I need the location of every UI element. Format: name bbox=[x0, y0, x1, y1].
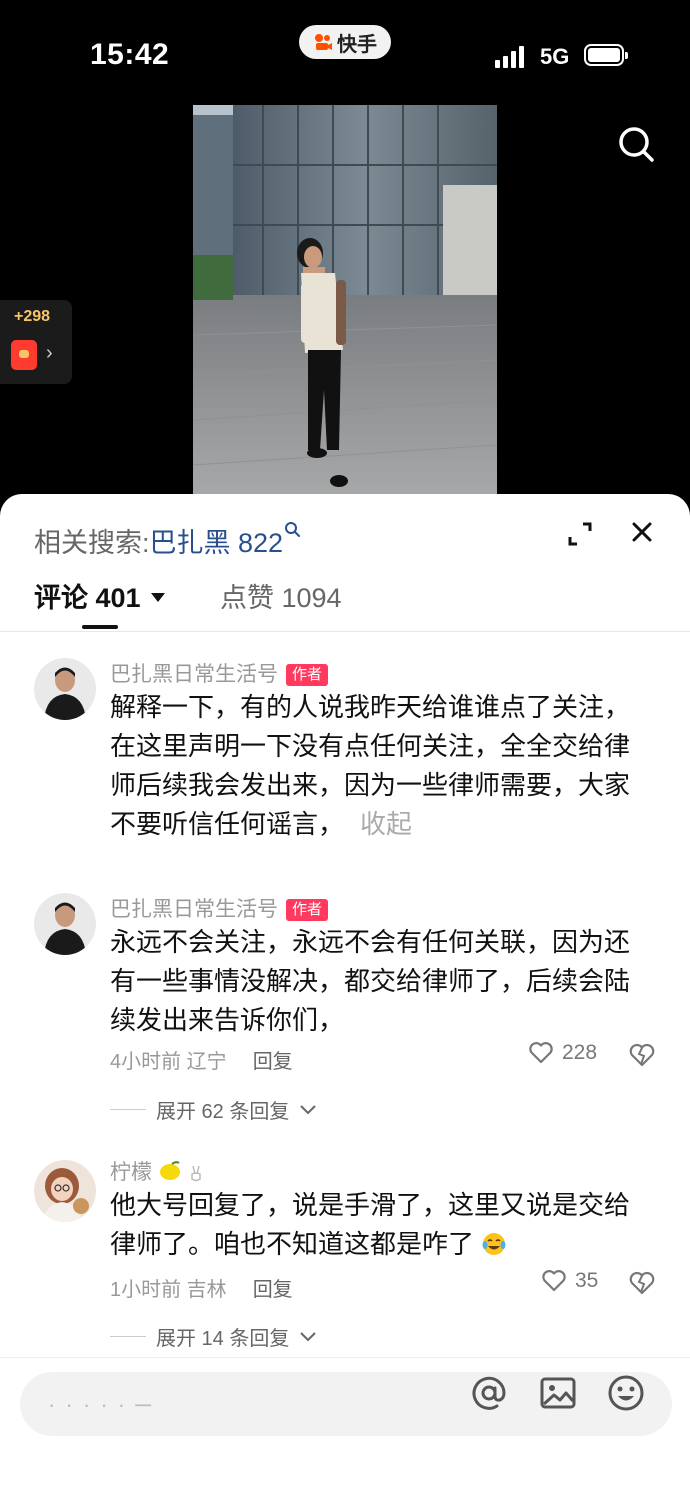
chevron-down-icon bbox=[300, 1331, 317, 1341]
heart-icon bbox=[542, 1270, 566, 1292]
like-button[interactable]: 228 bbox=[528, 1041, 597, 1065]
battery-icon bbox=[584, 44, 628, 66]
avatar-image bbox=[34, 1160, 96, 1222]
comment-meta: 4小时前 辽宁 回复 bbox=[110, 1045, 293, 1074]
broken-heart-icon[interactable] bbox=[628, 1042, 656, 1068]
lemon-emoji-icon bbox=[159, 1161, 180, 1180]
comment-time-location: 4小时前 辽宁 bbox=[110, 1051, 227, 1073]
status-time: 15:42 bbox=[90, 38, 170, 71]
expand-replies-label: 展开 62 条回复 bbox=[156, 1101, 290, 1123]
like-count: 35 bbox=[575, 1269, 599, 1292]
divider bbox=[0, 631, 690, 632]
heart-icon bbox=[529, 1042, 553, 1064]
related-search-keyword[interactable]: 巴扎黑 822 bbox=[150, 528, 284, 558]
expand-replies-button[interactable]: 展开 62 条回复 bbox=[110, 1095, 317, 1124]
expand-replies-label: 展开 14 条回复 bbox=[156, 1328, 290, 1350]
author-name[interactable]: 柠檬 bbox=[110, 1161, 152, 1184]
mention-icon[interactable] bbox=[470, 1374, 508, 1412]
like-button[interactable]: 35 bbox=[541, 1269, 598, 1293]
comment-body[interactable]: 永远不会关注，永远不会有任何关联，因为还有一些事情没解决，都交给律师了，后续会陆… bbox=[110, 923, 655, 1040]
red-envelope-icon bbox=[11, 340, 37, 370]
broken-heart-icon[interactable] bbox=[628, 1270, 656, 1296]
video-frame bbox=[193, 105, 497, 495]
chevron-right-icon: › bbox=[46, 342, 53, 364]
crying-laughing-emoji-icon bbox=[482, 1233, 506, 1255]
related-search[interactable]: 相关搜索:巴扎黑 822 bbox=[34, 520, 303, 560]
tab-comments-label: 评论 401 bbox=[34, 583, 141, 613]
video-player[interactable] bbox=[193, 105, 497, 495]
tab-likes[interactable]: 点赞 1094 bbox=[220, 576, 342, 615]
active-tab-indicator bbox=[82, 625, 118, 629]
app-name: 快手 bbox=[337, 33, 377, 56]
expand-line bbox=[110, 1336, 146, 1337]
avatar[interactable] bbox=[34, 1160, 96, 1222]
comment-author: 柠檬 bbox=[110, 1156, 204, 1186]
comment-body: 他大号回复了，说是手滑了，这里又说是交给律师了。咱也不知道这都是咋了 bbox=[110, 1190, 631, 1259]
expand-line bbox=[110, 1109, 146, 1110]
comment-meta: 1小时前 吉林 回复 bbox=[110, 1273, 293, 1302]
comment-input-bar: · · · · · ─ bbox=[0, 1357, 690, 1500]
expand-replies-button[interactable]: 展开 14 条回复 bbox=[110, 1322, 317, 1351]
network-type: 5G bbox=[540, 44, 570, 69]
app-indicator[interactable]: 快手 bbox=[299, 25, 391, 59]
avatar[interactable] bbox=[34, 658, 96, 720]
like-count: 228 bbox=[562, 1041, 598, 1064]
small-search-icon bbox=[285, 522, 301, 537]
red-packet-widget[interactable]: +298 › bbox=[0, 300, 72, 384]
signal-icon bbox=[495, 44, 524, 68]
victory-hand-icon bbox=[190, 1165, 201, 1182]
kuaishou-logo-icon bbox=[315, 34, 332, 50]
comment-text[interactable]: 解释一下，有的人说我昨天给谁谁点了关注，在这里声明一下没有点任何关注，全全交给律… bbox=[110, 688, 655, 844]
collapse-link[interactable]: 收起 bbox=[360, 809, 412, 839]
related-search-label: 相关搜索: bbox=[34, 528, 150, 558]
comment-time-location: 1小时前 吉林 bbox=[110, 1279, 227, 1301]
tab-comments[interactable]: 评论 401 bbox=[34, 576, 165, 615]
input-placeholder: · · · · · ─ bbox=[48, 1392, 153, 1417]
author-badge: 作者 bbox=[286, 664, 329, 686]
red-packet-amount: +298 bbox=[14, 308, 51, 325]
chevron-down-icon bbox=[300, 1104, 317, 1114]
reply-button[interactable]: 回复 bbox=[253, 1051, 293, 1073]
avatar-image bbox=[34, 658, 96, 720]
comment-author: 巴扎黑日常生活号 作者 bbox=[110, 893, 329, 923]
close-icon[interactable] bbox=[628, 518, 656, 546]
image-icon[interactable] bbox=[539, 1374, 577, 1412]
comment-author: 巴扎黑日常生活号 作者 bbox=[110, 658, 329, 688]
reply-button[interactable]: 回复 bbox=[253, 1279, 293, 1301]
avatar-image bbox=[34, 893, 96, 955]
comment-sheet: 相关搜索:巴扎黑 822 评论 401 点赞 1094 巴扎黑日常生活号 作者 解… bbox=[0, 494, 690, 1500]
status-bar: 15:42 快手 5G bbox=[0, 0, 690, 105]
avatar[interactable] bbox=[34, 893, 96, 955]
author-name[interactable]: 巴扎黑日常生活号 bbox=[110, 663, 278, 686]
emoji-icon[interactable] bbox=[607, 1374, 645, 1412]
author-badge: 作者 bbox=[286, 899, 329, 921]
comment-text[interactable]: 他大号回复了，说是手滑了，这里又说是交给律师了。咱也不知道这都是咋了 bbox=[110, 1186, 655, 1264]
search-icon[interactable] bbox=[612, 120, 660, 168]
author-name[interactable]: 巴扎黑日常生活号 bbox=[110, 898, 278, 921]
caret-down-icon bbox=[150, 593, 165, 602]
fullscreen-icon[interactable] bbox=[566, 520, 594, 548]
